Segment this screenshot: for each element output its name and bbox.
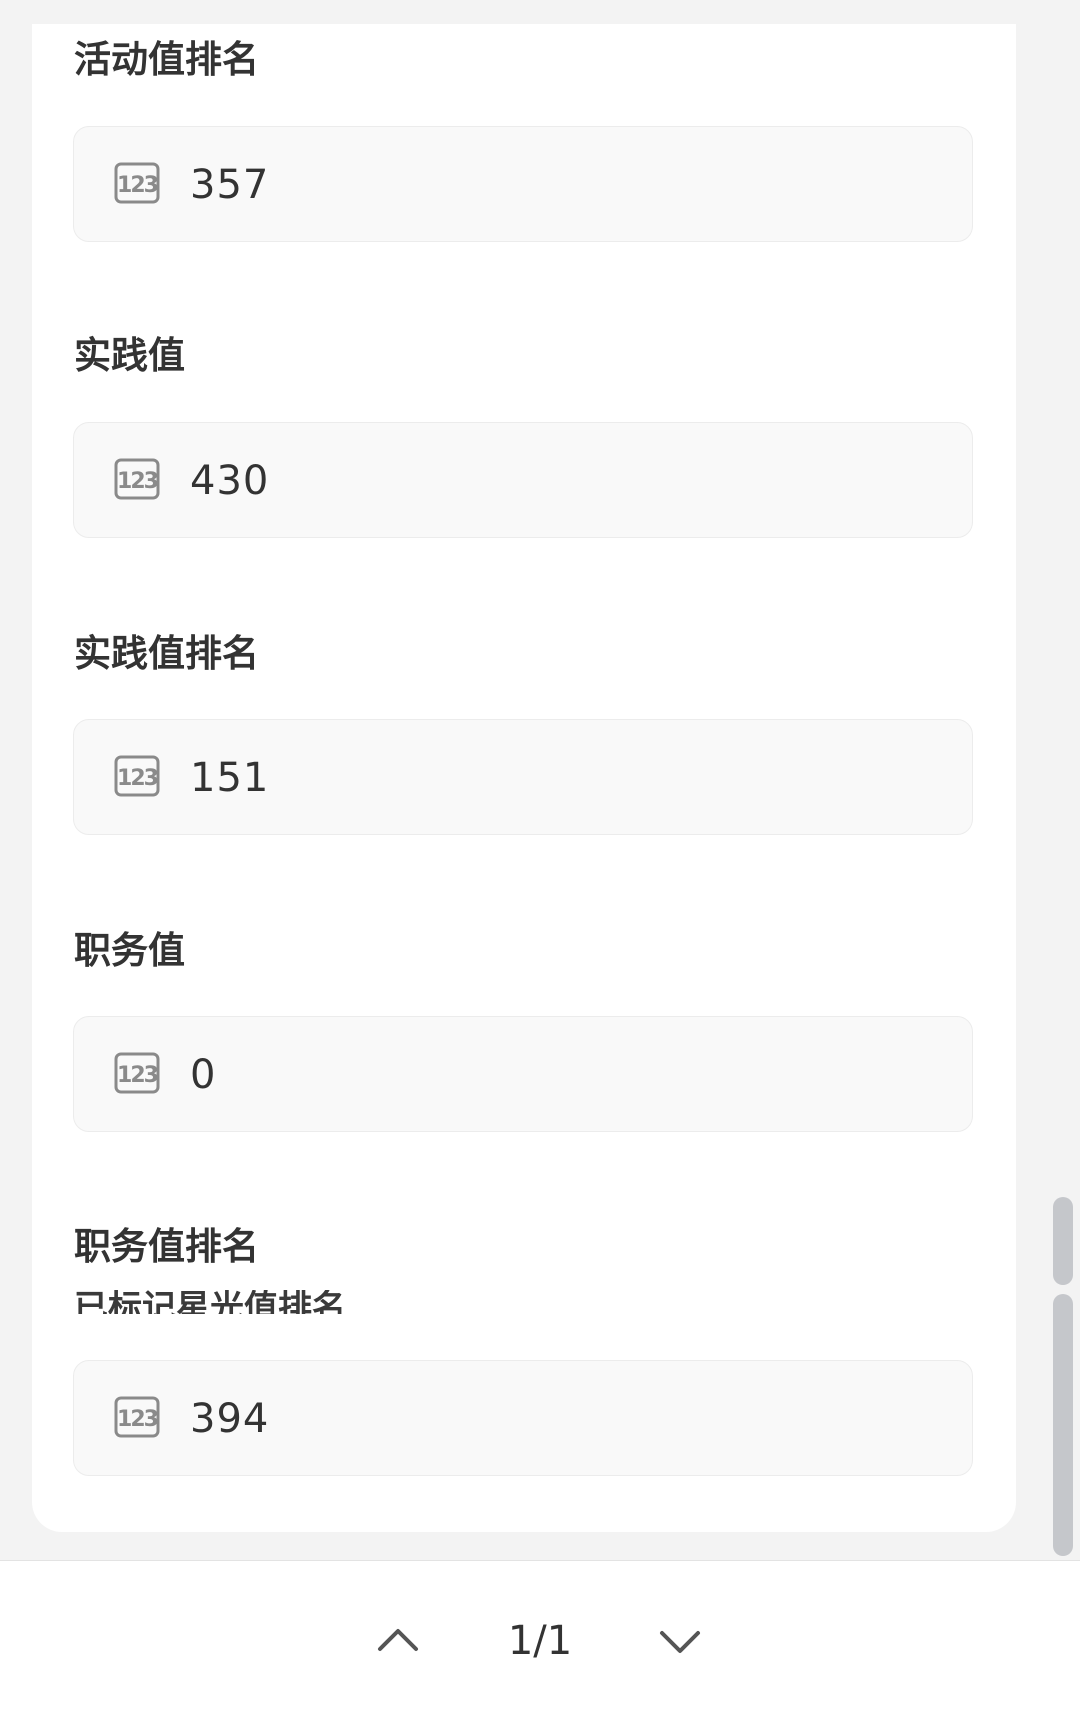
chevron-up-icon[interactable] xyxy=(373,1616,423,1666)
field-label-duty-value: 职务值 xyxy=(74,929,185,972)
field-value: 394 xyxy=(190,1396,270,1442)
field-label-practice-value: 实践值 xyxy=(74,334,185,377)
field-label-duty-rank: 职务值排名 xyxy=(74,1225,259,1268)
field-practice-rank[interactable]: 151 xyxy=(73,719,973,835)
number-123-icon xyxy=(114,1396,160,1438)
field-value: 0 xyxy=(190,1052,217,1098)
field-duty-value[interactable]: 0 xyxy=(73,1016,973,1132)
field-value: 430 xyxy=(190,458,270,504)
field-activity-rank[interactable]: 357 xyxy=(73,126,973,242)
pagination-bar: 1/1 xyxy=(0,1560,1080,1722)
number-123-icon xyxy=(114,162,160,204)
field-practice-value[interactable]: 430 xyxy=(73,422,973,538)
field-label-activity-rank: 活动值排名 xyxy=(74,38,259,81)
field-value: 357 xyxy=(190,162,270,208)
field-label-starlight-rank: 已标记星光值排名 xyxy=(74,1290,346,1314)
field-value: 151 xyxy=(190,755,270,801)
scrollbar-thumb-upper[interactable] xyxy=(1053,1197,1073,1285)
number-123-icon xyxy=(114,755,160,797)
page-indicator: 1/1 xyxy=(507,1618,573,1664)
number-123-icon xyxy=(114,458,160,500)
field-label-practice-rank: 实践值排名 xyxy=(74,632,259,675)
number-123-icon xyxy=(114,1052,160,1094)
chevron-down-icon[interactable] xyxy=(655,1616,705,1666)
field-starlight-rank[interactable]: 394 xyxy=(73,1360,973,1476)
scrollbar-thumb[interactable] xyxy=(1053,1294,1073,1556)
